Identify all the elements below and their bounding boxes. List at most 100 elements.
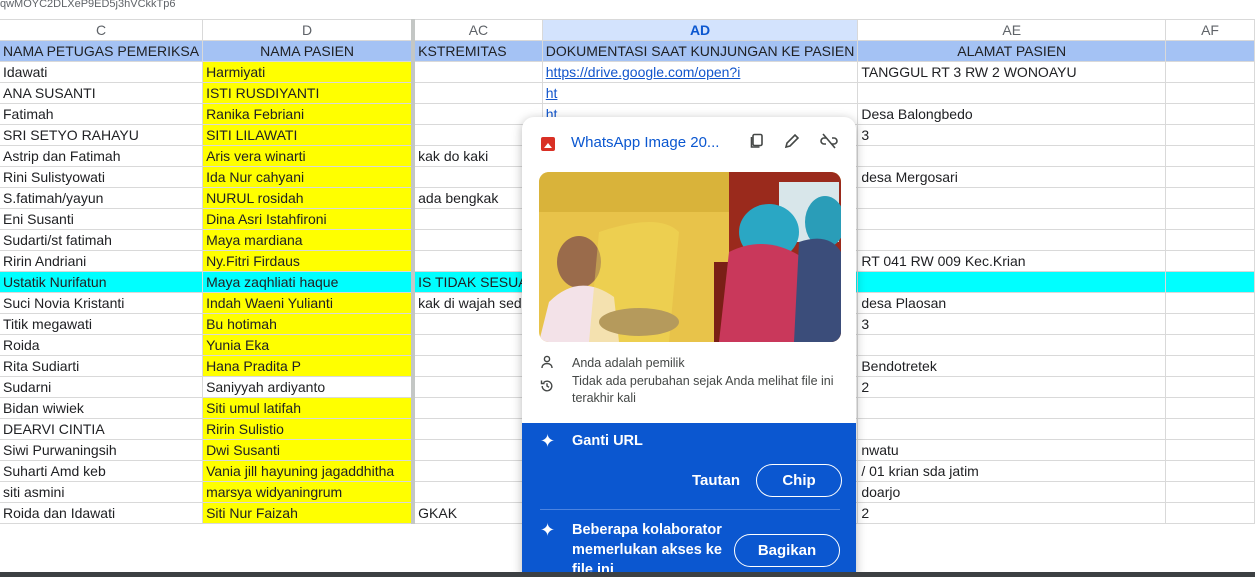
cell-af[interactable] bbox=[1165, 250, 1255, 272]
tautan-button[interactable]: Tautan bbox=[692, 472, 740, 489]
cell-pasien[interactable]: Dina Asri Istahfironi bbox=[202, 208, 416, 230]
cell-af[interactable] bbox=[1165, 439, 1255, 461]
cell-af[interactable] bbox=[1165, 376, 1255, 398]
cell-af[interactable] bbox=[1165, 271, 1255, 293]
cell-af[interactable] bbox=[1165, 103, 1255, 125]
cell-petugas[interactable]: Bidan wiwiek bbox=[0, 397, 204, 419]
cell-af[interactable] bbox=[1165, 460, 1255, 482]
cell-af[interactable] bbox=[1165, 481, 1255, 503]
cell-alamat[interactable] bbox=[857, 82, 1167, 104]
cell-af[interactable] bbox=[1165, 229, 1255, 251]
cell-alamat[interactable]: 2 bbox=[857, 376, 1167, 398]
cell-pasien[interactable]: Siti Nur Faizah bbox=[202, 502, 416, 524]
cell-pasien[interactable]: Aris vera winarti bbox=[202, 145, 416, 167]
header-ekstremitas[interactable]: KSTREMITAS bbox=[412, 40, 543, 62]
cell-dokumentasi-link[interactable]: https://drive.google.com/open?i bbox=[541, 61, 859, 83]
cell-petugas[interactable]: ANA SUSANTI bbox=[0, 82, 204, 104]
cell-pasien[interactable]: Harmiyati bbox=[202, 61, 416, 83]
cell-alamat[interactable]: / 01 krian sda jatim bbox=[857, 460, 1167, 482]
cell-petugas[interactable]: Suci Novia Kristanti bbox=[0, 292, 204, 314]
header-dokumentasi[interactable]: DOKUMENTASI SAAT KUNJUNGAN KE PASIEN bbox=[541, 40, 859, 62]
cell-pasien[interactable]: Bu hotimah bbox=[202, 313, 416, 335]
header-af[interactable] bbox=[1165, 40, 1255, 62]
cell-pasien[interactable]: Saniyyah ardiyanto bbox=[202, 376, 416, 398]
cell-af[interactable] bbox=[1165, 502, 1255, 524]
header-pasien[interactable]: NAMA PASIEN bbox=[202, 40, 416, 62]
cell-pasien[interactable]: Maya zaqhliati haque bbox=[202, 271, 416, 293]
cell-alamat[interactable]: RT 041 RW 009 Kec.Krian bbox=[857, 250, 1167, 272]
cell-alamat[interactable] bbox=[857, 334, 1167, 356]
cell-alamat[interactable]: 3 bbox=[857, 313, 1167, 335]
cell-alamat[interactable] bbox=[857, 208, 1167, 230]
column-letter-ae[interactable]: AE bbox=[857, 19, 1167, 41]
cell-pasien[interactable]: Vania jill hayuning jagaddhitha bbox=[202, 460, 416, 482]
cell-petugas[interactable]: Suharti Amd keb bbox=[0, 460, 204, 482]
cell-af[interactable] bbox=[1165, 334, 1255, 356]
cell-alamat[interactable]: doarjo bbox=[857, 481, 1167, 503]
cell-petugas[interactable]: Siwi Purwaningsih bbox=[0, 439, 204, 461]
cell-ekstremitas[interactable] bbox=[412, 82, 543, 104]
cell-af[interactable] bbox=[1165, 145, 1255, 167]
cell-pasien[interactable]: Ranika Febriani bbox=[202, 103, 416, 125]
cell-pasien[interactable]: SITI LILAWATI bbox=[202, 124, 416, 146]
cell-petugas[interactable]: siti asmini bbox=[0, 481, 204, 503]
cell-alamat[interactable] bbox=[857, 187, 1167, 209]
cell-pasien[interactable]: Ny.Fitri Firdaus bbox=[202, 250, 416, 272]
cell-ekstremitas[interactable] bbox=[412, 61, 543, 83]
cell-dokumentasi-link[interactable]: ht bbox=[541, 82, 859, 104]
cell-pasien[interactable]: Ida Nur cahyani bbox=[202, 166, 416, 188]
cell-petugas[interactable]: Eni Susanti bbox=[0, 208, 204, 230]
bagikan-button[interactable]: Bagikan bbox=[734, 534, 840, 567]
header-alamat[interactable]: ALAMAT PASIEN bbox=[857, 40, 1167, 62]
cell-alamat[interactable] bbox=[857, 229, 1167, 251]
cell-pasien[interactable]: Maya mardiana bbox=[202, 229, 416, 251]
cell-alamat[interactable] bbox=[857, 418, 1167, 440]
cell-petugas[interactable]: Titik megawati bbox=[0, 313, 204, 335]
cell-alamat[interactable]: 2 bbox=[857, 502, 1167, 524]
cell-petugas[interactable]: Roida dan Idawati bbox=[0, 502, 204, 524]
image-thumbnail[interactable] bbox=[539, 172, 841, 342]
file-name-link[interactable]: WhatsApp Image 20... bbox=[571, 134, 719, 151]
cell-af[interactable] bbox=[1165, 82, 1255, 104]
cell-af[interactable] bbox=[1165, 61, 1255, 83]
cell-petugas[interactable]: Astrip dan Fatimah bbox=[0, 145, 204, 167]
cell-pasien[interactable]: NURUL rosidah bbox=[202, 187, 416, 209]
cell-petugas[interactable]: Ustatik Nurifatun bbox=[0, 271, 204, 293]
column-letter-d[interactable]: D bbox=[202, 19, 416, 41]
cell-alamat[interactable]: Desa Balongbedo bbox=[857, 103, 1167, 125]
cell-alamat[interactable]: Bendotretek bbox=[857, 355, 1167, 377]
cell-alamat[interactable]: desa Mergosari bbox=[857, 166, 1167, 188]
cell-af[interactable] bbox=[1165, 166, 1255, 188]
cell-af[interactable] bbox=[1165, 418, 1255, 440]
cell-alamat[interactable]: desa Plaosan bbox=[857, 292, 1167, 314]
cell-af[interactable] bbox=[1165, 187, 1255, 209]
edit-icon[interactable] bbox=[779, 131, 805, 157]
cell-petugas[interactable]: Ririn Andriani bbox=[0, 250, 204, 272]
cell-alamat[interactable] bbox=[857, 271, 1167, 293]
cell-petugas[interactable]: Fatimah bbox=[0, 103, 204, 125]
cell-alamat[interactable]: 3 bbox=[857, 124, 1167, 146]
cell-af[interactable] bbox=[1165, 355, 1255, 377]
cell-af[interactable] bbox=[1165, 124, 1255, 146]
cell-alamat[interactable]: nwatu bbox=[857, 439, 1167, 461]
cell-petugas[interactable]: DEARVI CINTIA bbox=[0, 418, 204, 440]
cell-petugas[interactable]: Idawati bbox=[0, 61, 204, 83]
cell-pasien[interactable]: Siti umul latifah bbox=[202, 397, 416, 419]
cell-pasien[interactable]: marsya widyaningrum bbox=[202, 481, 416, 503]
cell-petugas[interactable]: Sudarti/st fatimah bbox=[0, 229, 204, 251]
cell-petugas[interactable]: Rini Sulistyowati bbox=[0, 166, 204, 188]
cell-alamat[interactable] bbox=[857, 397, 1167, 419]
cell-pasien[interactable]: Hana Pradita P bbox=[202, 355, 416, 377]
cell-pasien[interactable]: Ririn Sulistio bbox=[202, 418, 416, 440]
cell-af[interactable] bbox=[1165, 208, 1255, 230]
header-petugas[interactable]: NAMA PETUGAS PEMERIKSA bbox=[0, 40, 204, 62]
cell-pasien[interactable]: ISTI RUSDIYANTI bbox=[202, 82, 416, 104]
cell-petugas[interactable]: Sudarni bbox=[0, 376, 204, 398]
cell-alamat[interactable]: TANGGUL RT 3 RW 2 WONOAYU bbox=[857, 61, 1167, 83]
cell-af[interactable] bbox=[1165, 292, 1255, 314]
cell-af[interactable] bbox=[1165, 397, 1255, 419]
unlink-icon[interactable] bbox=[816, 131, 842, 157]
cell-af[interactable] bbox=[1165, 313, 1255, 335]
cell-petugas[interactable]: Roida bbox=[0, 334, 204, 356]
column-letter-af[interactable]: AF bbox=[1165, 19, 1255, 41]
